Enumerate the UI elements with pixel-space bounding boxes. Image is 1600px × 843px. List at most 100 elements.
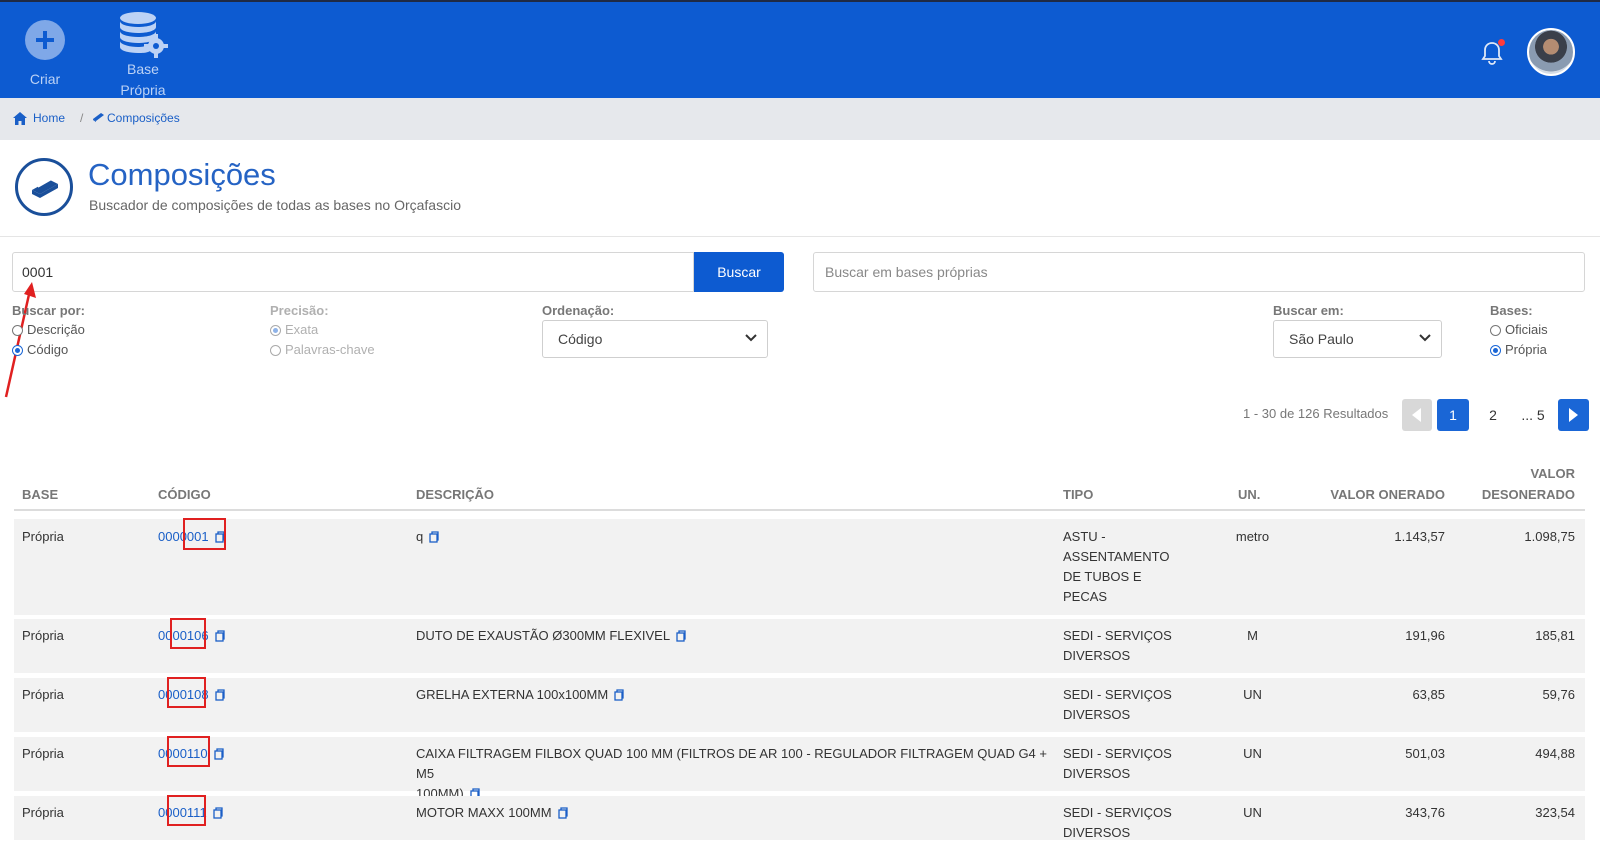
descricao-text: DUTO DE EXAUSTÃO Ø300MM FLEXIVEL — [416, 628, 671, 643]
col-header-descricao: DESCRIÇÃO — [416, 487, 495, 502]
red-highlight-box — [170, 618, 206, 649]
cell-valor-desonerado: 494,88 — [1535, 746, 1575, 761]
breadcrumb: Home / Composições — [0, 98, 1600, 140]
home-icon — [13, 112, 27, 125]
descricao-text: q — [416, 529, 424, 544]
cell-base: Própria — [22, 746, 64, 761]
col-header-tipo: TIPO — [1063, 487, 1094, 502]
cell-valor-desonerado: 185,81 — [1535, 628, 1575, 643]
radio-exata[interactable]: Exata — [270, 322, 318, 340]
radio-button[interactable] — [1490, 325, 1501, 336]
red-highlight-box — [167, 736, 210, 767]
cell-base: Própria — [22, 628, 64, 643]
cell-base: Própria — [22, 805, 64, 820]
chevron-down-icon — [1419, 334, 1431, 342]
previous-page-button[interactable] — [1402, 399, 1432, 431]
cell-descricao: MOTOR MAXX 100MM — [416, 803, 568, 823]
copy-icon[interactable] — [213, 807, 223, 819]
chevron-left-icon — [1412, 408, 1421, 422]
radio-button[interactable] — [270, 345, 281, 356]
ordenacao-value: Código — [558, 331, 603, 347]
radio-button-checked[interactable] — [1490, 345, 1501, 356]
copy-icon[interactable] — [214, 689, 225, 701]
cell-un: UN — [1243, 687, 1262, 702]
notification-dot — [1498, 39, 1505, 46]
cell-descricao: GRELHA EXTERNA 100x100MM — [416, 685, 624, 705]
search-button[interactable]: Buscar — [694, 252, 784, 292]
radio-button[interactable] — [12, 325, 23, 336]
red-highlight-box — [167, 795, 206, 826]
breadcrumb-home[interactable]: Home — [33, 111, 65, 125]
avatar[interactable] — [1527, 28, 1575, 76]
cell-valor-desonerado: 59,76 — [1542, 687, 1575, 702]
base-label: Base — [127, 61, 159, 77]
cell-base: Própria — [22, 687, 64, 702]
results-summary: 1 - 30 de 126 Resultados — [1243, 406, 1389, 421]
radio-palavras-chave[interactable]: Palavras-chave — [270, 342, 375, 360]
radio-label: Própria — [1505, 342, 1547, 357]
radio-oficiais[interactable]: Oficiais — [1490, 322, 1548, 340]
tipo-line: SEDI - SERVIÇOS — [1063, 628, 1172, 643]
radio-button-checked[interactable] — [270, 325, 281, 336]
col-header-base: BASE — [22, 487, 59, 502]
descricao-line: CAIXA FILTRAGEM FILBOX QUAD 100 MM (FILT… — [416, 746, 1047, 781]
tipo-line: SEDI - SERVIÇOS — [1063, 805, 1172, 820]
radio-descricao[interactable]: Descrição — [12, 322, 85, 340]
top-bar: Criar Base Própria — [0, 0, 1600, 98]
page-1-button[interactable]: 1 — [1437, 399, 1469, 431]
col-header-codigo: CÓDIGO — [158, 487, 211, 502]
next-page-button[interactable] — [1558, 399, 1589, 431]
breadcrumb-current[interactable]: Composições — [107, 111, 180, 125]
page-title: Composições — [88, 157, 276, 192]
cell-tipo: SEDI - SERVIÇOS DIVERSOS — [1063, 685, 1172, 725]
own-bases-search-input[interactable] — [813, 252, 1585, 292]
cell-tipo: SEDI - SERVIÇOS DIVERSOS — [1063, 744, 1172, 784]
copy-icon[interactable] — [557, 807, 568, 819]
cell-valor-onerado: 1.143,57 — [1394, 529, 1445, 544]
radio-codigo[interactable]: Código — [12, 342, 68, 360]
copy-icon[interactable] — [429, 531, 439, 543]
red-highlight-box — [183, 518, 226, 550]
col-header-valor-desonerado-2: DESONERADO — [1481, 487, 1575, 502]
ordenacao-select[interactable]: Código — [542, 320, 768, 358]
page-2-button[interactable]: 2 — [1478, 399, 1508, 431]
tipo-line: DIVERSOS — [1063, 648, 1131, 663]
breadcrumb-separator: / — [80, 111, 84, 125]
divider — [0, 236, 1600, 237]
cell-valor-onerado: 63,85 — [1412, 687, 1445, 702]
buscar-em-value: São Paulo — [1289, 331, 1354, 347]
buscar-em-select[interactable]: São Paulo — [1273, 320, 1442, 358]
chevron-down-icon — [745, 334, 757, 342]
radio-button-checked[interactable] — [12, 345, 23, 356]
descricao-text: GRELHA EXTERNA 100x100MM — [416, 687, 609, 702]
radio-label: Oficiais — [1505, 322, 1548, 337]
radio-propria[interactable]: Própria — [1490, 342, 1547, 360]
cell-tipo: SEDI - SERVIÇOS DIVERSOS — [1063, 626, 1172, 666]
table-header-divider — [14, 509, 1585, 511]
cell-un: UN — [1243, 746, 1262, 761]
cell-un: M — [1247, 628, 1258, 643]
copy-icon[interactable] — [676, 630, 686, 642]
tipo-line: SEDI - SERVIÇOS — [1063, 687, 1172, 702]
copy-icon[interactable] — [614, 689, 624, 701]
cell-un: metro — [1235, 529, 1270, 544]
copy-icon[interactable] — [214, 748, 224, 760]
red-highlight-box — [167, 677, 206, 708]
copy-icon[interactable] — [214, 630, 225, 642]
criar-button[interactable]: Criar — [20, 2, 70, 87]
tipo-line: DE TUBOS E — [1063, 569, 1142, 584]
page-last-button[interactable]: ... 5 — [1515, 399, 1551, 431]
page-subtitle: Buscador de composições de todas as base… — [89, 197, 461, 213]
cell-valor-desonerado: 1.098,75 — [1524, 529, 1575, 544]
cell-valor-onerado: 191,96 — [1405, 628, 1445, 643]
tipo-line: SEDI - SERVIÇOS — [1063, 746, 1172, 761]
descricao-text: MOTOR MAXX 100MM — [416, 805, 552, 820]
buscar-em-label: Buscar em: — [1273, 303, 1344, 318]
search-input[interactable] — [12, 252, 694, 292]
cell-valor-onerado: 501,03 — [1405, 746, 1445, 761]
base-propria-button[interactable]: Base Própria — [108, 2, 178, 100]
cell-descricao: DUTO DE EXAUSTÃO Ø300MM FLEXIVEL — [416, 626, 686, 646]
cell-valor-onerado: 343,76 — [1405, 805, 1445, 820]
propria-label: Própria — [120, 82, 166, 98]
radio-label: Exata — [285, 322, 319, 337]
